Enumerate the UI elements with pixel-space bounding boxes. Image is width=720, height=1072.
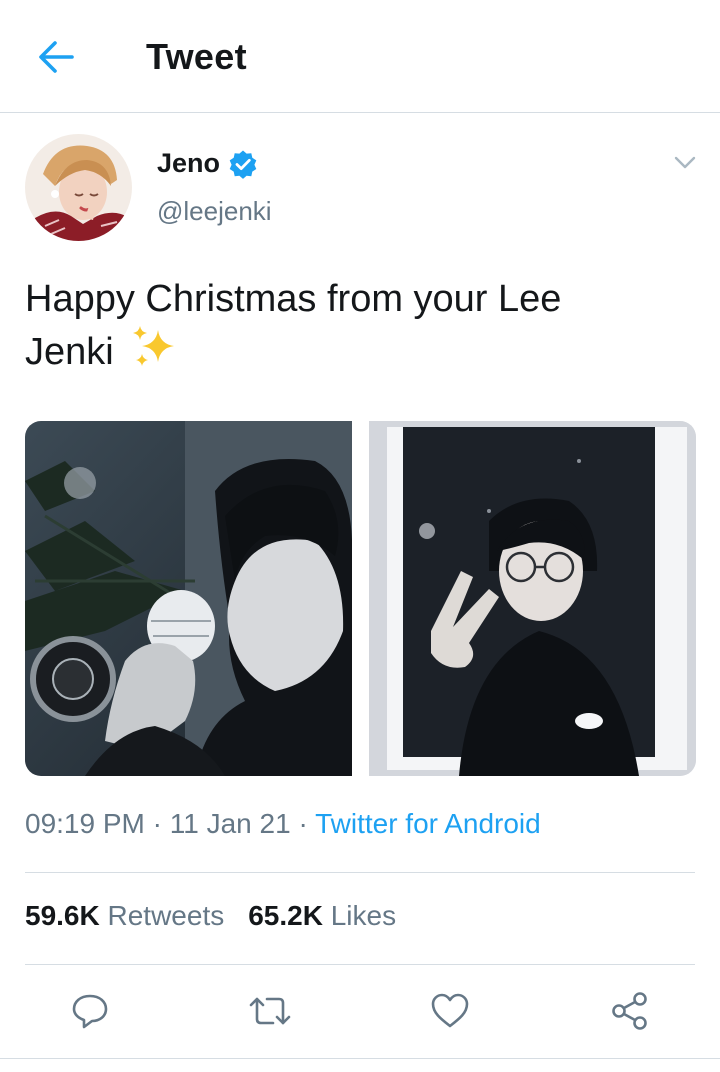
tweet-text: Happy Christmas from your Lee Jenki [25,274,695,377]
tweet-date: 11 Jan 21 [169,808,291,839]
reply-button[interactable] [64,985,116,1037]
tweet-source-link[interactable]: Twitter for Android [315,808,541,839]
sparkles-icon [133,326,175,366]
retweet-icon [249,997,291,1025]
meta-separator-2: · [298,808,308,839]
share-button[interactable] [604,985,656,1037]
avatar-image [25,134,132,241]
avatar[interactable] [25,134,132,241]
like-button[interactable] [424,985,476,1037]
retweet-button[interactable] [244,985,296,1037]
likes-count: 65.2K [248,900,323,931]
share-icon [612,992,647,1030]
photo-christmas-ornament [25,421,352,776]
arrow-left-icon [39,41,74,73]
tweet-menu-button[interactable] [668,148,702,178]
tweet-text-line-2: Jenki [25,331,114,373]
divider [25,872,695,873]
chevron-down-icon [674,156,696,169]
divider [25,964,695,965]
tweet-actions [0,985,720,1045]
retweets-count: 59.6K [25,900,100,931]
retweets-stat[interactable]: 59.6K Retweets [25,900,224,932]
tweet-stats: 59.6K Retweets 65.2K Likes [25,900,396,932]
tweet-photo-2[interactable] [369,421,696,776]
display-name: Jeno [157,148,221,178]
tweet-time: 09:19 PM [25,808,145,839]
top-app-bar: Tweet [0,0,720,113]
user-handle[interactable]: @leejenki [157,196,272,227]
retweets-label: Retweets [107,900,225,931]
page-title: Tweet [146,36,247,77]
author-name[interactable]: Jeno [157,148,258,179]
tweet-timestamp: 09:19 PM · 11 Jan 21 · Twitter for Andro… [25,808,541,840]
divider [0,1058,720,1059]
photo-peace-sign-polaroid [369,421,696,776]
tweet-photo-1[interactable] [25,421,352,776]
likes-stat[interactable]: 65.2K Likes [248,900,396,932]
reply-icon [72,994,108,1029]
likes-label: Likes [330,900,397,931]
back-button[interactable] [30,34,82,80]
verified-badge-icon [229,150,257,179]
tweet-text-line-1: Happy Christmas from your Lee [25,278,562,320]
meta-separator-1: · [152,808,162,839]
like-icon [431,993,469,1028]
